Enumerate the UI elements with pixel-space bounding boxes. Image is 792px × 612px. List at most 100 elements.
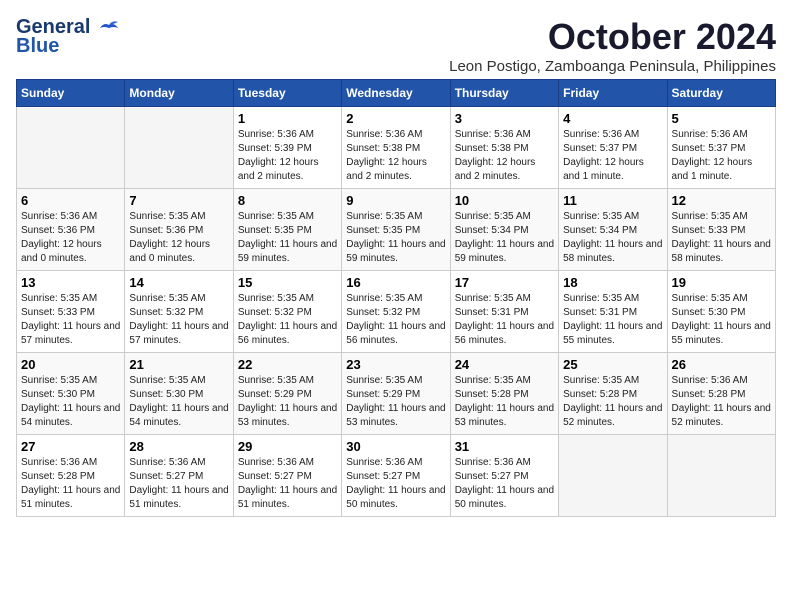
- week-row-4: 20 Sunrise: 5:35 AMSunset: 5:30 PMDaylig…: [17, 353, 776, 435]
- day-info: Sunrise: 5:36 AMSunset: 5:28 PMDaylight:…: [21, 456, 120, 512]
- weekday-header-sunday: Sunday: [17, 80, 125, 107]
- day-info: Sunrise: 5:35 AMSunset: 5:36 PMDaylight:…: [129, 210, 228, 266]
- day-number: 26: [672, 357, 771, 372]
- day-info: Sunrise: 5:36 AMSunset: 5:38 PMDaylight:…: [346, 128, 445, 184]
- calendar-cell: 20 Sunrise: 5:35 AMSunset: 5:30 PMDaylig…: [17, 353, 125, 435]
- day-number: 13: [21, 275, 120, 290]
- logo: General Blue: [16, 16, 120, 58]
- calendar-cell: [667, 435, 775, 517]
- day-number: 8: [238, 193, 337, 208]
- day-number: 2: [346, 111, 445, 126]
- calendar-cell: [125, 107, 233, 189]
- day-number: 6: [21, 193, 120, 208]
- calendar-cell: 10 Sunrise: 5:35 AMSunset: 5:34 PMDaylig…: [450, 189, 558, 271]
- day-number: 16: [346, 275, 445, 290]
- calendar-cell: 19 Sunrise: 5:35 AMSunset: 5:30 PMDaylig…: [667, 271, 775, 353]
- day-info: Sunrise: 5:35 AMSunset: 5:29 PMDaylight:…: [238, 374, 337, 430]
- calendar-cell: 8 Sunrise: 5:35 AMSunset: 5:35 PMDayligh…: [233, 189, 341, 271]
- weekday-header-wednesday: Wednesday: [342, 80, 450, 107]
- calendar-cell: [17, 107, 125, 189]
- day-number: 9: [346, 193, 445, 208]
- logo-blue: Blue: [16, 35, 59, 58]
- calendar-cell: 16 Sunrise: 5:35 AMSunset: 5:32 PMDaylig…: [342, 271, 450, 353]
- day-info: Sunrise: 5:36 AMSunset: 5:27 PMDaylight:…: [455, 456, 554, 512]
- calendar-cell: 30 Sunrise: 5:36 AMSunset: 5:27 PMDaylig…: [342, 435, 450, 517]
- day-info: Sunrise: 5:35 AMSunset: 5:30 PMDaylight:…: [129, 374, 228, 430]
- day-number: 11: [563, 193, 662, 208]
- day-info: Sunrise: 5:35 AMSunset: 5:34 PMDaylight:…: [563, 210, 662, 266]
- day-info: Sunrise: 5:35 AMSunset: 5:28 PMDaylight:…: [563, 374, 662, 430]
- day-info: Sunrise: 5:35 AMSunset: 5:32 PMDaylight:…: [346, 292, 445, 348]
- day-info: Sunrise: 5:35 AMSunset: 5:35 PMDaylight:…: [238, 210, 337, 266]
- weekday-header-friday: Friday: [559, 80, 667, 107]
- day-number: 5: [672, 111, 771, 126]
- day-number: 25: [563, 357, 662, 372]
- calendar-cell: 3 Sunrise: 5:36 AMSunset: 5:38 PMDayligh…: [450, 107, 558, 189]
- location-title: Leon Postigo, Zamboanga Peninsula, Phili…: [449, 58, 776, 75]
- title-area: October 2024 Leon Postigo, Zamboanga Pen…: [449, 16, 776, 75]
- calendar-cell: 28 Sunrise: 5:36 AMSunset: 5:27 PMDaylig…: [125, 435, 233, 517]
- weekday-header-saturday: Saturday: [667, 80, 775, 107]
- weekday-header-thursday: Thursday: [450, 80, 558, 107]
- calendar-cell: 9 Sunrise: 5:35 AMSunset: 5:35 PMDayligh…: [342, 189, 450, 271]
- day-number: 19: [672, 275, 771, 290]
- header: General Blue October 2024 Leon Postigo, …: [16, 16, 776, 75]
- day-number: 18: [563, 275, 662, 290]
- day-info: Sunrise: 5:36 AMSunset: 5:28 PMDaylight:…: [672, 374, 771, 430]
- day-number: 30: [346, 439, 445, 454]
- day-number: 14: [129, 275, 228, 290]
- day-number: 17: [455, 275, 554, 290]
- calendar-cell: 15 Sunrise: 5:35 AMSunset: 5:32 PMDaylig…: [233, 271, 341, 353]
- calendar-cell: 5 Sunrise: 5:36 AMSunset: 5:37 PMDayligh…: [667, 107, 775, 189]
- calendar-cell: 31 Sunrise: 5:36 AMSunset: 5:27 PMDaylig…: [450, 435, 558, 517]
- day-number: 28: [129, 439, 228, 454]
- day-info: Sunrise: 5:35 AMSunset: 5:31 PMDaylight:…: [563, 292, 662, 348]
- calendar-cell: 11 Sunrise: 5:35 AMSunset: 5:34 PMDaylig…: [559, 189, 667, 271]
- week-row-3: 13 Sunrise: 5:35 AMSunset: 5:33 PMDaylig…: [17, 271, 776, 353]
- calendar-cell: 23 Sunrise: 5:35 AMSunset: 5:29 PMDaylig…: [342, 353, 450, 435]
- calendar-cell: 6 Sunrise: 5:36 AMSunset: 5:36 PMDayligh…: [17, 189, 125, 271]
- day-info: Sunrise: 5:35 AMSunset: 5:29 PMDaylight:…: [346, 374, 445, 430]
- calendar-cell: 1 Sunrise: 5:36 AMSunset: 5:39 PMDayligh…: [233, 107, 341, 189]
- day-info: Sunrise: 5:36 AMSunset: 5:27 PMDaylight:…: [346, 456, 445, 512]
- day-number: 31: [455, 439, 554, 454]
- day-number: 1: [238, 111, 337, 126]
- day-number: 7: [129, 193, 228, 208]
- calendar-cell: 26 Sunrise: 5:36 AMSunset: 5:28 PMDaylig…: [667, 353, 775, 435]
- calendar-cell: 21 Sunrise: 5:35 AMSunset: 5:30 PMDaylig…: [125, 353, 233, 435]
- day-info: Sunrise: 5:35 AMSunset: 5:28 PMDaylight:…: [455, 374, 554, 430]
- calendar-cell: 22 Sunrise: 5:35 AMSunset: 5:29 PMDaylig…: [233, 353, 341, 435]
- day-number: 3: [455, 111, 554, 126]
- calendar-cell: 18 Sunrise: 5:35 AMSunset: 5:31 PMDaylig…: [559, 271, 667, 353]
- calendar-cell: 12 Sunrise: 5:35 AMSunset: 5:33 PMDaylig…: [667, 189, 775, 271]
- day-info: Sunrise: 5:36 AMSunset: 5:27 PMDaylight:…: [238, 456, 337, 512]
- weekday-header-row: SundayMondayTuesdayWednesdayThursdayFrid…: [17, 80, 776, 107]
- day-info: Sunrise: 5:36 AMSunset: 5:36 PMDaylight:…: [21, 210, 120, 266]
- day-info: Sunrise: 5:36 AMSunset: 5:37 PMDaylight:…: [563, 128, 662, 184]
- day-number: 4: [563, 111, 662, 126]
- calendar-cell: 4 Sunrise: 5:36 AMSunset: 5:37 PMDayligh…: [559, 107, 667, 189]
- day-info: Sunrise: 5:35 AMSunset: 5:30 PMDaylight:…: [672, 292, 771, 348]
- day-info: Sunrise: 5:36 AMSunset: 5:39 PMDaylight:…: [238, 128, 337, 184]
- day-info: Sunrise: 5:35 AMSunset: 5:35 PMDaylight:…: [346, 210, 445, 266]
- calendar-cell: 14 Sunrise: 5:35 AMSunset: 5:32 PMDaylig…: [125, 271, 233, 353]
- day-number: 20: [21, 357, 120, 372]
- calendar-cell: 13 Sunrise: 5:35 AMSunset: 5:33 PMDaylig…: [17, 271, 125, 353]
- day-info: Sunrise: 5:35 AMSunset: 5:34 PMDaylight:…: [455, 210, 554, 266]
- month-title: October 2024: [449, 16, 776, 58]
- day-number: 12: [672, 193, 771, 208]
- day-number: 24: [455, 357, 554, 372]
- day-number: 29: [238, 439, 337, 454]
- day-number: 27: [21, 439, 120, 454]
- day-number: 21: [129, 357, 228, 372]
- day-info: Sunrise: 5:35 AMSunset: 5:32 PMDaylight:…: [129, 292, 228, 348]
- week-row-2: 6 Sunrise: 5:36 AMSunset: 5:36 PMDayligh…: [17, 189, 776, 271]
- calendar-cell: 2 Sunrise: 5:36 AMSunset: 5:38 PMDayligh…: [342, 107, 450, 189]
- calendar-table: SundayMondayTuesdayWednesdayThursdayFrid…: [16, 79, 776, 517]
- day-number: 23: [346, 357, 445, 372]
- calendar-cell: 17 Sunrise: 5:35 AMSunset: 5:31 PMDaylig…: [450, 271, 558, 353]
- weekday-header-tuesday: Tuesday: [233, 80, 341, 107]
- day-number: 22: [238, 357, 337, 372]
- calendar-cell: 25 Sunrise: 5:35 AMSunset: 5:28 PMDaylig…: [559, 353, 667, 435]
- day-info: Sunrise: 5:35 AMSunset: 5:33 PMDaylight:…: [21, 292, 120, 348]
